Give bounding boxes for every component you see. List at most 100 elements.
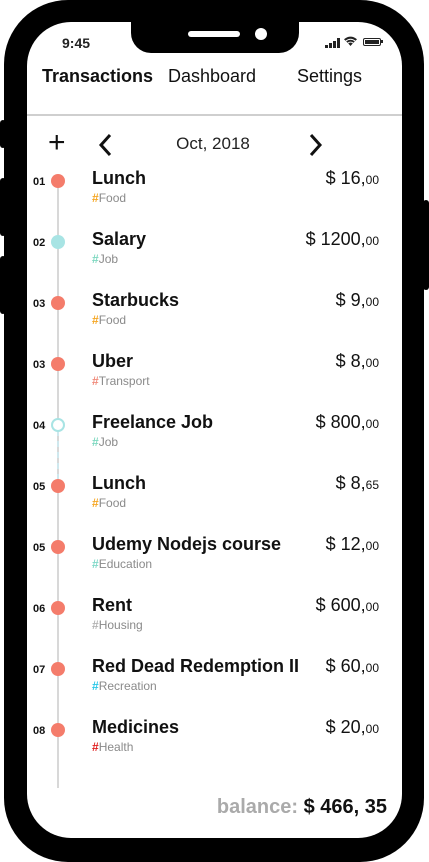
transaction-title: Rent — [92, 595, 132, 615]
front-camera — [255, 28, 267, 40]
amount-main: $ 20, — [325, 717, 366, 737]
tab-bar: Transactions Dashboard Settings — [27, 66, 402, 96]
transaction-title: Red Dead Redemption II — [92, 656, 300, 676]
transaction-day: 05 — [33, 481, 46, 493]
transaction-tag: #Transport — [92, 374, 150, 388]
balance-summary: balance: $ 466, 35 — [217, 796, 387, 819]
transaction-amount: $ 9,00 — [336, 290, 379, 311]
balance-value: $ 466, 35 — [303, 796, 387, 818]
transaction-title: Lunch — [92, 168, 146, 188]
transaction-tag: #Food — [92, 313, 126, 327]
transaction-tag: #Recreation — [92, 679, 157, 693]
transaction-day: 08 — [33, 725, 46, 737]
speaker — [188, 31, 240, 37]
tag-label: Job — [98, 252, 119, 266]
transaction-title: Lunch — [92, 473, 146, 493]
timeline-dot — [51, 174, 65, 188]
hash-icon: # — [92, 557, 99, 571]
period-label: Oct, 2018 — [176, 134, 250, 153]
tag-label: Food — [98, 313, 127, 327]
tag-label: Job — [98, 435, 119, 449]
tab-transactions[interactable]: Transactions — [42, 66, 153, 87]
timeline-dot — [51, 418, 65, 432]
transaction-tag: #Job — [92, 435, 118, 449]
status-time: 9:45 — [62, 35, 91, 51]
transaction-row[interactable]: 08 Medicines #Health $ 20,00 — [30, 717, 390, 775]
amount-main: $ 16, — [325, 168, 366, 188]
amount-cents: 00 — [365, 600, 379, 614]
amount-cents: 00 — [365, 234, 379, 248]
tag-label: Transport — [98, 374, 150, 388]
hash-icon: # — [92, 374, 99, 388]
hash-icon: # — [92, 618, 99, 632]
timeline-dot — [51, 357, 65, 371]
plus-icon[interactable]: + — [48, 128, 66, 158]
hash-icon: # — [92, 496, 99, 510]
hash-icon: # — [92, 679, 99, 693]
transaction-day: 03 — [33, 298, 46, 310]
balance-label: balance: — [216, 796, 299, 818]
transaction-day: 06 — [33, 603, 46, 615]
amount-cents: 00 — [365, 417, 379, 431]
amount-main: $ 600, — [315, 595, 366, 615]
wifi-icon — [343, 35, 358, 50]
tag-label: Education — [98, 557, 153, 571]
transaction-row[interactable]: 05 Lunch #Food $ 8,65 — [30, 473, 390, 531]
status-icons — [325, 35, 385, 49]
tag-label: Housing — [98, 618, 143, 632]
transaction-tag: #Food — [92, 191, 126, 205]
hash-icon: # — [92, 252, 99, 266]
transaction-day: 07 — [33, 664, 46, 676]
timeline-dot — [51, 235, 65, 249]
amount-cents: 00 — [365, 722, 379, 736]
transaction-title: Uber — [92, 351, 134, 371]
tag-label: Recreation — [98, 679, 157, 693]
hash-icon: # — [92, 740, 99, 754]
amount-cents: 65 — [365, 478, 379, 492]
chevron-right-icon[interactable] — [303, 130, 327, 160]
amount-cents: 00 — [365, 356, 379, 370]
timeline-dot — [51, 662, 65, 676]
amount-cents: 00 — [365, 295, 379, 309]
transaction-row[interactable]: 04 Freelance Job #Job $ 800,00 — [30, 412, 390, 470]
amount-cents: 00 — [365, 173, 379, 187]
transaction-title: Salary — [92, 229, 147, 249]
transaction-amount: $ 20,00 — [326, 717, 379, 738]
tag-label: Health — [98, 740, 134, 754]
transaction-title: Freelance Job — [92, 412, 214, 432]
chevron-left-icon[interactable] — [94, 130, 118, 160]
transaction-row[interactable]: 05 Udemy Nodejs course #Education $ 12,00 — [30, 534, 390, 592]
tag-label: Food — [98, 191, 127, 205]
transaction-row[interactable]: 01 Lunch #Food $ 16,00 — [30, 168, 390, 226]
transaction-tag: #Education — [92, 557, 152, 571]
amount-main: $ 60, — [325, 656, 366, 676]
timeline-dot — [51, 723, 65, 737]
hash-icon: # — [92, 435, 99, 449]
timeline-dot — [51, 479, 65, 493]
amount-main: $ 8, — [335, 473, 366, 493]
transaction-row[interactable]: 03 Uber #Transport $ 8,00 — [30, 351, 390, 409]
timeline-dot — [51, 540, 65, 554]
battery-icon — [363, 38, 383, 46]
tab-settings[interactable]: Settings — [297, 66, 362, 87]
transaction-amount: $ 800,00 — [316, 412, 379, 433]
transaction-amount: $ 8,65 — [336, 473, 379, 494]
transaction-amount: $ 60,00 — [326, 656, 379, 677]
hash-icon: # — [92, 313, 99, 327]
amount-cents: 00 — [365, 661, 379, 675]
transaction-row[interactable]: 02 Salary #Job $ 1200,00 — [30, 229, 390, 287]
tab-dashboard[interactable]: Dashboard — [168, 66, 256, 87]
transaction-row[interactable]: 07 Red Dead Redemption II #Recreation $ 60,… — [30, 656, 390, 714]
transaction-row[interactable]: 03 Starbucks #Food $ 9,00 — [30, 290, 390, 348]
timeline-dot — [51, 601, 65, 615]
transaction-title: Starbucks — [92, 290, 180, 310]
hash-icon: # — [92, 191, 99, 205]
transaction-tag: #Job — [92, 252, 118, 266]
transaction-title: Medicines — [92, 717, 180, 737]
transaction-tag: #Health — [92, 740, 133, 754]
transaction-title: Udemy Nodejs course — [92, 534, 282, 554]
amount-main: $ 12, — [325, 534, 366, 554]
amount-main: $ 8, — [335, 351, 366, 371]
amount-main: $ 800, — [315, 412, 366, 432]
transaction-row[interactable]: 06 Rent #Housing $ 600,00 — [30, 595, 390, 653]
